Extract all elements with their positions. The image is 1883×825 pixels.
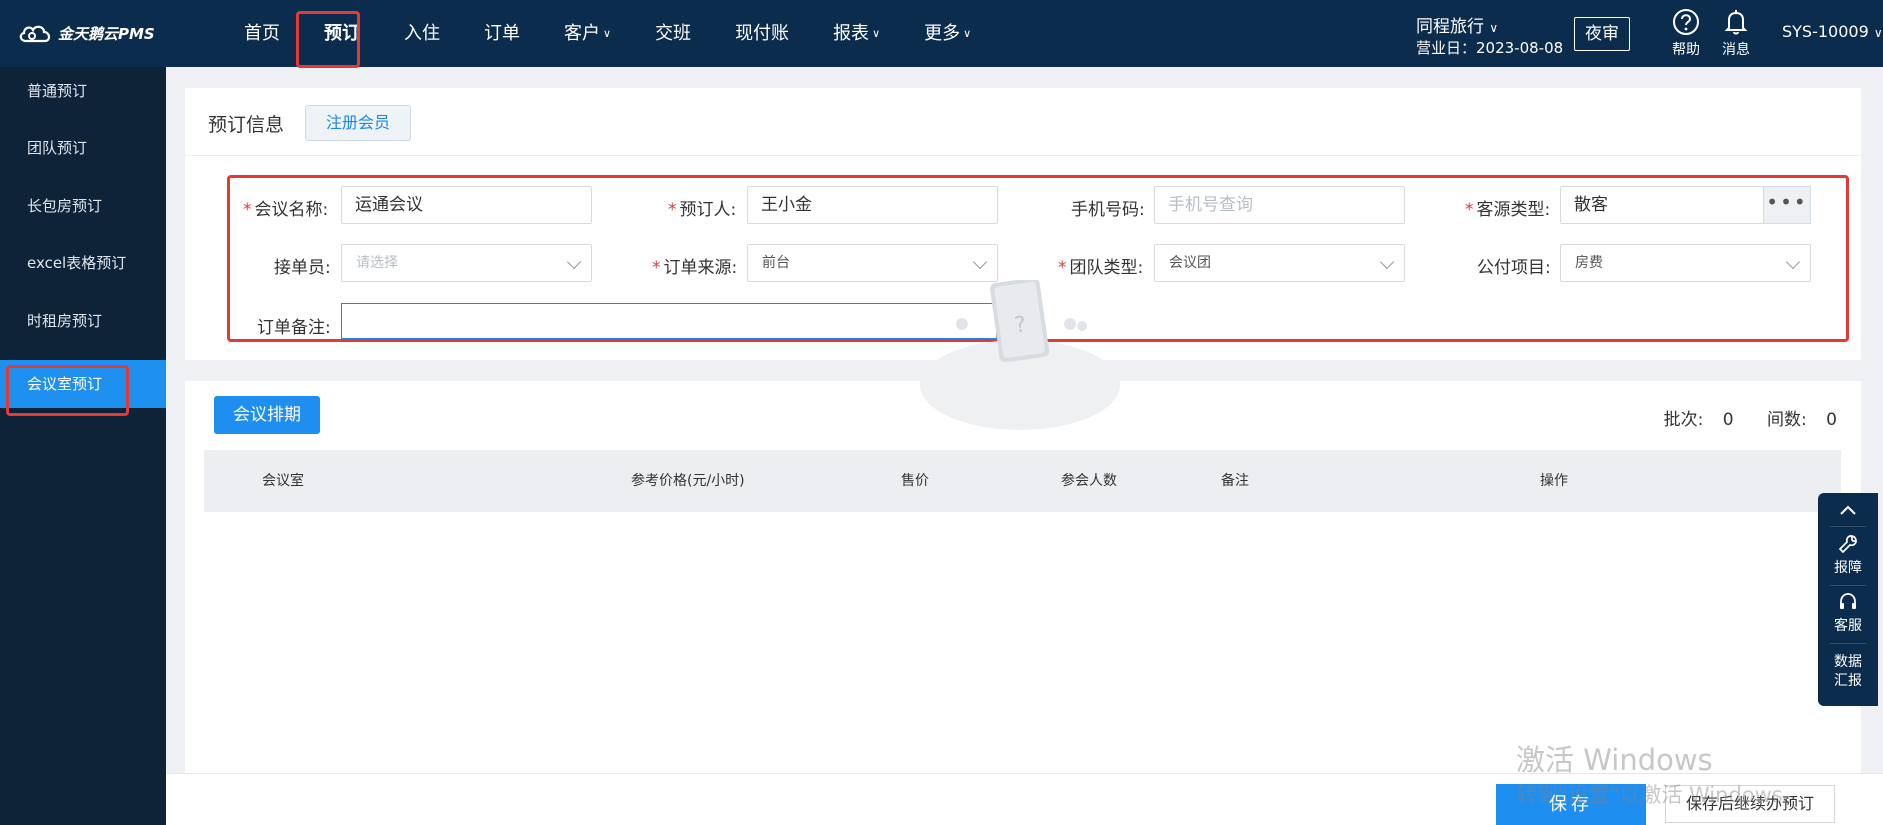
phone-label: 手机号码: — [1071, 200, 1145, 220]
col-attendees: 参会人数 — [1061, 473, 1117, 489]
rooms-label: 间数: — [1767, 410, 1807, 430]
meeting-name-label: * 会议名称: — [243, 200, 329, 220]
receiver-select[interactable]: 请选择 — [341, 244, 592, 282]
nav-home[interactable]: 首页 — [222, 0, 302, 67]
chevron-down-icon: ∨ — [963, 27, 972, 40]
source-type-label: * 客源类型: — [1465, 200, 1551, 220]
booker-label: * 预订人: — [668, 200, 737, 220]
data-report-button[interactable]: 数据 汇报 — [1818, 653, 1878, 691]
messages-button[interactable]: 消息 — [1714, 8, 1758, 59]
main-nav: 首页 预订 入住 订单 客户 ∨ 交班 现付账 报表 ∨ 更多 ∨ — [222, 0, 993, 67]
separator — [1830, 526, 1866, 527]
sidebar-item-normal-booking[interactable]: 普通预订 — [0, 67, 166, 115]
register-member-button[interactable]: 注册会员 — [305, 105, 411, 141]
customer-service-button[interactable]: 客服 — [1818, 591, 1878, 635]
app-logo[interactable]: 金天鹅云PMS — [18, 22, 155, 44]
schedule-stats: 批次: 0 间数: 0 — [1658, 405, 1837, 430]
col-actions: 操作 — [1540, 473, 1568, 489]
nav-more[interactable]: 更多 ∨ — [902, 0, 993, 67]
source-type-more-button[interactable]: ••• — [1763, 186, 1811, 224]
sidebar-item-meeting-room-booking[interactable]: 会议室预订 — [0, 360, 166, 408]
remark-label: 订单备注: — [257, 318, 331, 338]
nav-checkin[interactable]: 入住 — [382, 0, 462, 67]
order-source-select[interactable]: 前台 — [747, 244, 998, 282]
user-menu[interactable]: SYS-10009 ∨ — [1782, 22, 1883, 41]
source-type-input[interactable]: 散客 — [1560, 186, 1764, 224]
sidebar-item-hourly-booking[interactable]: 时租房预订 — [0, 297, 166, 345]
help-button[interactable]: 帮助 — [1664, 8, 1708, 59]
night-audit-button[interactable]: 夜审 — [1574, 17, 1630, 51]
col-meeting-room: 会议室 — [262, 473, 304, 489]
wrench-icon — [1838, 535, 1857, 554]
col-sale-price: 售价 — [901, 473, 929, 489]
batch-label: 批次: — [1663, 410, 1704, 430]
sidebar-item-excel-booking[interactable]: excel表格预订 — [0, 239, 166, 287]
help-icon — [1673, 9, 1699, 35]
logo-text: 金天鹅云PMS — [58, 24, 155, 43]
chevron-down-icon — [972, 254, 988, 270]
public-item-label: 公付项目: — [1477, 258, 1551, 278]
scroll-top-button[interactable] — [1818, 499, 1878, 523]
phone-input[interactable]: 手机号查询 — [1154, 186, 1405, 224]
floating-tools-panel: 报障 客服 数据 汇报 — [1818, 493, 1878, 706]
bell-icon — [1724, 10, 1748, 35]
separator — [1830, 643, 1866, 644]
headset-icon — [1840, 593, 1856, 609]
meeting-schedule-button[interactable]: 会议排期 — [214, 396, 320, 434]
sidebar-item-long-stay-booking[interactable]: 长包房预订 — [0, 182, 166, 230]
sidebar-item-group-booking[interactable]: 团队预订 — [0, 124, 166, 172]
chevron-down-icon: ∨ — [872, 27, 881, 40]
receiver-label: 接单员: — [274, 258, 331, 278]
group-type-label: * 团队类型: — [1058, 258, 1144, 278]
booking-info-header: 预订信息 注册会员 — [185, 88, 1861, 156]
remark-textarea[interactable] — [341, 303, 1004, 339]
order-source-label: * 订单来源: — [652, 258, 738, 278]
group-type-select[interactable]: 会议团 — [1154, 244, 1405, 282]
activate-windows-watermark: 激活 Windows — [1516, 743, 1713, 777]
nav-orders[interactable]: 订单 — [462, 0, 542, 67]
rooms-value: 0 — [1826, 410, 1837, 430]
chevron-up-icon — [1840, 505, 1856, 515]
activate-windows-hint: 转到"设置"以激活 Windows。 — [1516, 783, 1804, 807]
nav-booking[interactable]: 预订 — [302, 0, 382, 67]
chevron-down-icon: ∨ — [603, 27, 612, 40]
top-navbar: 金天鹅云PMS 首页 预订 入住 订单 客户 ∨ 交班 现付账 报表 ∨ 更多 ∨ 同… — [0, 0, 1883, 67]
empty-state-icon: ? — [920, 280, 1120, 430]
nav-cash-account[interactable]: 现付账 — [713, 0, 811, 67]
sidebar: 普通预订 团队预订 长包房预订 excel表格预订 时租房预订 会议室预订 — [0, 67, 166, 825]
business-date: 营业日：2023-08-08 — [1416, 39, 1564, 57]
chevron-down-icon — [1785, 254, 1801, 270]
meeting-name-input[interactable]: 运通会议 — [341, 186, 592, 224]
col-remark: 备注 — [1221, 473, 1249, 489]
col-reference-price: 参考价格(元/小时) — [631, 473, 745, 489]
nav-reports[interactable]: 报表 ∨ — [811, 0, 902, 67]
nav-customers[interactable]: 客户 ∨ — [542, 0, 633, 67]
booking-info-title: 预订信息 — [208, 114, 285, 136]
chevron-down-icon — [1379, 254, 1395, 270]
schedule-table-header: 会议室 参考价格(元/小时) 售价 参会人数 备注 操作 — [204, 450, 1841, 512]
booker-input[interactable]: 王小金 — [747, 186, 998, 224]
public-item-select[interactable]: 房费 — [1560, 244, 1811, 282]
cloud-logo-icon — [19, 25, 51, 43]
nav-shift[interactable]: 交班 — [633, 0, 713, 67]
separator — [1830, 585, 1866, 586]
batch-value: 0 — [1722, 410, 1734, 430]
hotel-selector[interactable]: 同程旅行 ∨ — [1416, 12, 1498, 37]
chevron-down-icon: ∨ — [1873, 26, 1883, 40]
chevron-down-icon — [566, 254, 582, 270]
report-issue-button[interactable]: 报障 — [1818, 533, 1878, 577]
chevron-down-icon: ∨ — [1489, 21, 1499, 35]
